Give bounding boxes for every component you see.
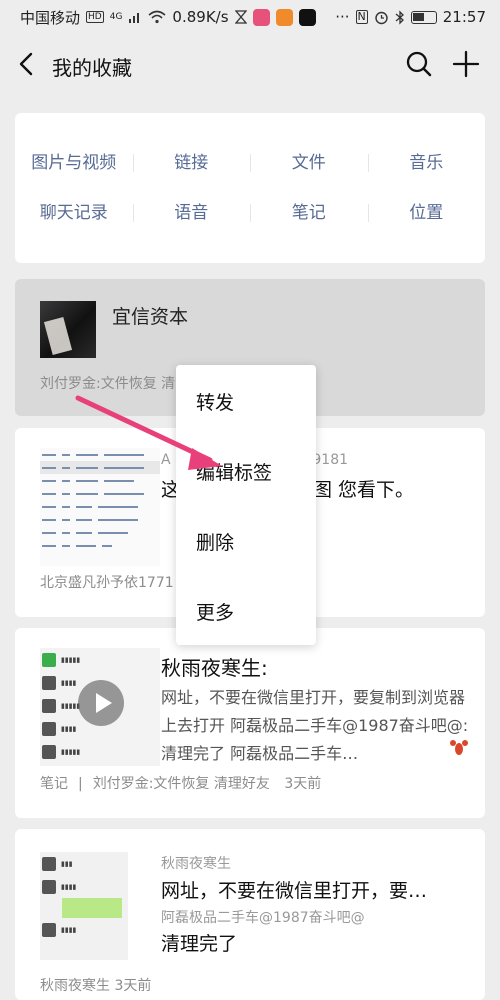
- item-footer: 秋雨夜寒生 3天前: [40, 978, 152, 994]
- item-footer: 笔记 | 刘付罗金:文件恢复 清理好友 3天前: [40, 776, 322, 792]
- menu-more[interactable]: 更多: [196, 598, 234, 625]
- plus-icon[interactable]: [451, 49, 481, 79]
- carrier-label: 中国移动: [20, 8, 81, 27]
- item-time: 3天前: [284, 776, 322, 792]
- play-icon: [78, 680, 124, 726]
- bluetooth-icon: [395, 9, 404, 25]
- category-notes[interactable]: 笔记: [250, 201, 368, 225]
- status-bar: 中国移动 HD 4G 0.89K/s ··· N 21:57: [0, 0, 500, 34]
- nfc-icon: N: [355, 10, 368, 24]
- category-row: 聊天记录 语音 笔记 位置: [15, 201, 485, 225]
- search-icon[interactable]: [404, 49, 434, 79]
- item-subtext: 阿磊极品二手车@1987奋斗吧@: [161, 910, 365, 926]
- item-footer: 北京盛凡孙予依1771: [40, 575, 174, 591]
- signal-icon: [129, 13, 140, 23]
- network-label: 4G: [109, 12, 123, 22]
- app-icon: [252, 8, 270, 26]
- item-thumbnail-chat: ▮▮▮ ▮▮▮▮ ▮▮▮▮: [40, 852, 128, 960]
- category-links[interactable]: 链接: [132, 151, 251, 175]
- item-thumbnail-chat: ▮▮▮▮▮ ▮▮▮▮ ▮▮▮▮▮ ▮▮▮▮ ▮▮▮▮▮: [40, 648, 160, 766]
- category-card: 图片与视频 链接 文件 音乐 聊天记录 语音 笔记 位置: [15, 113, 485, 263]
- menu-delete[interactable]: 删除: [196, 528, 234, 555]
- item-body: 网址，不要在微信里打开，要复制到浏览器上去打开 阿磊极品二手车@1987奋斗吧@…: [161, 688, 469, 763]
- speed-label: 0.89K/s: [172, 8, 229, 26]
- item-type: 笔记: [40, 776, 68, 792]
- title-bar: 我的收藏: [0, 34, 500, 94]
- item-meta-prefix: A: [161, 452, 171, 468]
- favorite-item[interactable]: ▮▮▮ ▮▮▮▮ ▮▮▮▮ 秋雨夜寒生 网址，不要在微信里打开，要… 阿磊极品二…: [15, 829, 485, 1000]
- favorite-item[interactable]: ▮▮▮▮▮ ▮▮▮▮ ▮▮▮▮▮ ▮▮▮▮ ▮▮▮▮▮ 秋雨夜寒生: 网址，不要…: [15, 628, 485, 818]
- category-files[interactable]: 文件: [250, 151, 368, 175]
- wifi-icon: [148, 10, 166, 24]
- tiktok-icon: [298, 8, 316, 26]
- alarm-icon: [375, 11, 388, 24]
- category-voice[interactable]: 语音: [132, 201, 251, 225]
- back-arrow-icon[interactable]: [14, 50, 40, 78]
- item-thumbnail: [40, 301, 96, 358]
- item-text: 清理完了: [161, 933, 238, 955]
- category-row: 图片与视频 链接 文件 音乐: [15, 151, 485, 175]
- item-source: 刘付罗金:文件恢复 清理好友: [92, 776, 270, 792]
- item-title: 秋雨夜寒生:: [161, 656, 268, 680]
- category-images-videos[interactable]: 图片与视频: [15, 151, 133, 175]
- clock-time: 21:57: [442, 8, 486, 26]
- context-menu: 转发 编辑标签 删除 更多: [176, 365, 316, 645]
- menu-forward[interactable]: 转发: [196, 388, 234, 415]
- item-sender: 秋雨夜寒生: [161, 856, 231, 872]
- lobster-emoji-icon: [450, 740, 468, 755]
- item-title: 宜信资本: [112, 306, 189, 328]
- item-footer: 刘付罗金:文件恢复 清: [40, 376, 176, 392]
- page-title: 我的收藏: [52, 56, 132, 80]
- menu-edit-tags[interactable]: 编辑标签: [196, 458, 272, 485]
- battery-icon: [410, 10, 437, 24]
- more-icon: ···: [335, 8, 350, 26]
- category-location[interactable]: 位置: [367, 201, 486, 225]
- hourglass-icon: [234, 10, 247, 24]
- hd-badge: HD: [86, 11, 104, 23]
- category-chat-history[interactable]: 聊天记录: [15, 201, 133, 225]
- item-text: 网址，不要在微信里打开，要…: [161, 880, 428, 902]
- app-icon: [275, 8, 293, 26]
- category-music[interactable]: 音乐: [367, 151, 486, 175]
- item-thumbnail-spreadsheet: [40, 448, 160, 566]
